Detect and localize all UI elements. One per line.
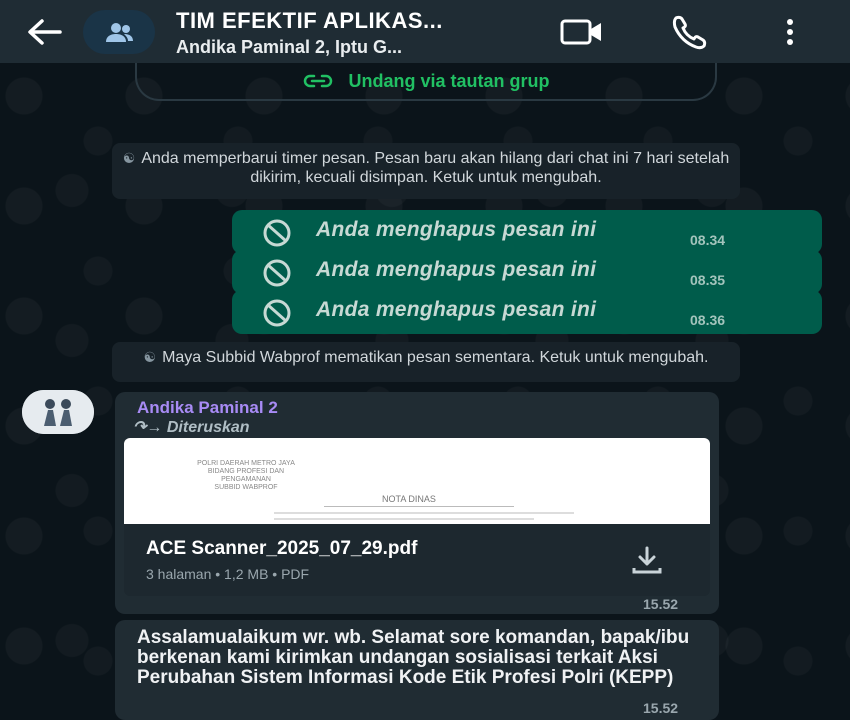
timer-icon: ☯ xyxy=(122,150,136,166)
document-meta: 3 halaman • 1,2 MB • PDF xyxy=(146,566,310,582)
sender-avatar[interactable] xyxy=(22,390,94,434)
deleted-ban-icon xyxy=(263,299,291,327)
phone-call-icon[interactable] xyxy=(670,14,710,55)
message-time: 08.35 xyxy=(690,272,726,288)
preview-line: BIDANG PROFESI DAN PENGAMANAN xyxy=(207,468,285,483)
message-time: 08.36 xyxy=(690,312,726,328)
incoming-text-message[interactable]: Assalamualaikum wr. wb. Selamat sore kom… xyxy=(115,620,719,720)
chat-members: Andika Paminal 2, Iptu G... xyxy=(176,37,403,57)
deleted-ban-icon xyxy=(263,219,291,247)
download-icon[interactable] xyxy=(632,546,662,579)
deleted-message[interactable]: Anda menghapus pesan ini 08.35 xyxy=(232,250,822,294)
message-time: 15.52 xyxy=(643,596,679,612)
chat-title: TIM EFEKTIF APLIKAS... xyxy=(176,8,443,33)
system-message-text: Anda memperbarui timer pesan. Pesan baru… xyxy=(141,150,730,186)
deleted-message[interactable]: Anda menghapus pesan ini 08.36 xyxy=(232,290,822,334)
message-text: Assalamualaikum wr. wb. Selamat sore kom… xyxy=(137,627,690,688)
system-message-disappearing-off[interactable]: ☯ Maya Subbid Wabprof mematikan pesan sem… xyxy=(112,342,740,382)
document-filename: ACE Scanner_2025_07_29.pdf xyxy=(146,538,418,559)
forward-icon: ↷→ xyxy=(133,419,163,436)
deleted-message-text: Anda menghapus pesan ini xyxy=(316,298,597,321)
back-arrow-icon[interactable] xyxy=(24,16,64,48)
group-avatar[interactable] xyxy=(83,10,155,54)
video-call-icon[interactable] xyxy=(560,18,604,51)
deleted-ban-icon xyxy=(263,259,291,287)
invite-label: Undang via tautan grup xyxy=(348,70,550,91)
link-icon xyxy=(304,74,333,88)
deleted-message-text: Anda menghapus pesan ini xyxy=(316,258,597,281)
document-preview[interactable]: POLRI DAERAH METRO JAYA BIDANG PROFESI D… xyxy=(124,438,710,524)
preview-line: POLRI DAERAH METRO JAYA xyxy=(197,460,295,467)
preview-line: SUBBID WABPROF xyxy=(214,484,278,491)
chat-header: TIM EFEKTIF APLIKAS... Andika Paminal 2,… xyxy=(0,0,850,63)
forwarded-label: ↷→ Diteruskan xyxy=(133,417,250,437)
system-message-text: Maya Subbid Wabprof mematikan pesan seme… xyxy=(162,349,709,366)
more-options-icon[interactable] xyxy=(784,18,796,51)
message-time: 08.34 xyxy=(690,232,726,248)
incoming-document-message[interactable]: Andika Paminal 2 ↷→ Diteruskan POLRI DAE… xyxy=(115,392,719,614)
deleted-message-text: Anda menghapus pesan ini xyxy=(316,218,597,241)
timer-icon: ☯ xyxy=(143,349,157,365)
deleted-message[interactable]: Anda menghapus pesan ini 08.34 xyxy=(232,210,822,254)
chat-title-block[interactable]: TIM EFEKTIF APLIKAS... Andika Paminal 2,… xyxy=(176,8,526,58)
sender-name[interactable]: Andika Paminal 2 xyxy=(137,398,278,418)
group-icon xyxy=(106,23,133,42)
preview-line: NOTA DINAS xyxy=(382,494,436,504)
message-time: 15.52 xyxy=(643,700,679,716)
document-info[interactable]: ACE Scanner_2025_07_29.pdf 3 halaman • 1… xyxy=(124,524,710,596)
invite-via-link-button[interactable]: Undang via tautan grup xyxy=(135,63,717,101)
system-message-timer[interactable]: ☯ Anda memperbarui timer pesan. Pesan bar… xyxy=(112,143,740,199)
forwarded-text: Diteruskan xyxy=(166,419,250,436)
